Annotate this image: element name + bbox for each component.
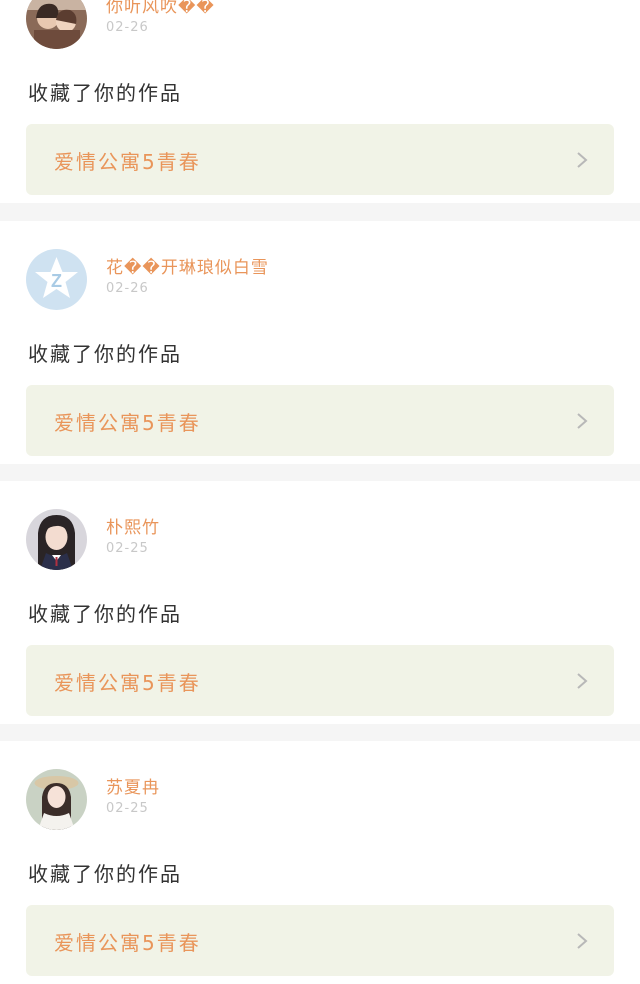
- timestamp: 02-25: [106, 801, 149, 816]
- action-text: 收藏了你的作品: [28, 342, 182, 366]
- username[interactable]: 朴熙竹: [106, 513, 160, 538]
- chevron-right-icon: [577, 933, 588, 949]
- avatar-photo-icon: [26, 0, 87, 49]
- action-text: 收藏了你的作品: [28, 81, 182, 105]
- work-title: 爱情公寓5青春: [54, 411, 201, 435]
- avatar[interactable]: [26, 509, 87, 570]
- username[interactable]: 花��开琳琅似白雪: [106, 253, 269, 278]
- avatar-photo-icon: [26, 769, 87, 830]
- notification-card: 朴熙竹 02-25 收藏了你的作品 爱情公寓5青春: [0, 481, 640, 724]
- notification-card: Z 花��开琳琅似白雪 02-26 收藏了你的作品 爱情公寓5青春: [0, 221, 640, 464]
- work-title: 爱情公寓5青春: [54, 150, 201, 174]
- action-text: 收藏了你的作品: [28, 862, 182, 886]
- username[interactable]: 你听风吹��: [106, 0, 215, 17]
- action-text: 收藏了你的作品: [28, 602, 182, 626]
- timestamp: 02-26: [106, 20, 149, 35]
- notification-card: 你听风吹�� 02-26 收藏了你的作品 爱情公寓5青春: [0, 0, 640, 203]
- notification-card: 苏夏冉 02-25 收藏了你的作品 爱情公寓5青春: [0, 741, 640, 984]
- timestamp: 02-25: [106, 541, 149, 556]
- chevron-right-icon: [577, 413, 588, 429]
- username[interactable]: 苏夏冉: [106, 773, 160, 798]
- avatar[interactable]: [26, 769, 87, 830]
- avatar[interactable]: Z: [26, 249, 87, 310]
- work-title: 爱情公寓5青春: [54, 671, 201, 695]
- work-link[interactable]: 爱情公寓5青春: [26, 124, 614, 195]
- chevron-right-icon: [577, 152, 588, 168]
- work-link[interactable]: 爱情公寓5青春: [26, 385, 614, 456]
- avatar[interactable]: [26, 0, 87, 49]
- qzone-default-avatar-icon: Z: [26, 249, 87, 310]
- work-title: 爱情公寓5青春: [54, 931, 201, 955]
- timestamp: 02-26: [106, 281, 149, 296]
- work-link[interactable]: 爱情公寓5青春: [26, 645, 614, 716]
- work-link[interactable]: 爱情公寓5青春: [26, 905, 614, 976]
- avatar-photo-icon: [26, 509, 87, 570]
- avatar-badge-letter: Z: [51, 271, 62, 291]
- chevron-right-icon: [577, 673, 588, 689]
